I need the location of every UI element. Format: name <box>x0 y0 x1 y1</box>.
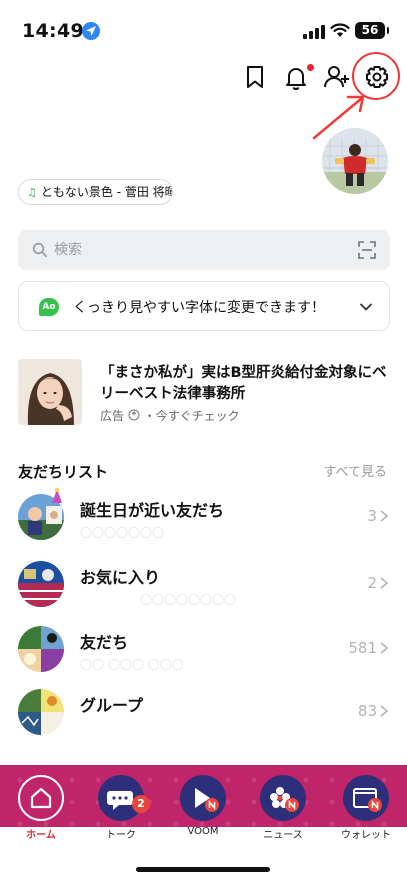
friend-row-label: 友だち <box>80 633 129 652</box>
nav-voom[interactable]: VOOM <box>170 775 236 837</box>
see-all-link[interactable]: すべて見る <box>323 461 387 480</box>
chevron-right-icon <box>380 577 389 589</box>
music-chip[interactable]: ♫ ともない景色 - 菅田 将暉 <box>18 179 173 205</box>
faded-text: 〇〇〇〇〇〇〇 <box>80 526 165 540</box>
profile-avatar[interactable] <box>322 128 388 194</box>
music-note-icon: ♫ <box>27 186 37 199</box>
ad-meta: 広告 ・今すぐチェック <box>100 407 240 424</box>
search-input[interactable] <box>54 238 334 262</box>
party-hat-icon <box>52 488 62 503</box>
chevron-down-icon[interactable] <box>359 300 373 314</box>
font-change-banner[interactable]: Ao くっきり見やすい字体に変更できます！ <box>18 281 390 331</box>
friend-row-birthday[interactable]: 誕生日が近い友だち 〇〇〇〇〇〇〇 3 <box>0 488 407 556</box>
nav-label: ニュース <box>263 830 303 841</box>
nav-wallet[interactable]: ウォレット <box>333 775 399 841</box>
nav-label: ウォレット <box>341 830 391 841</box>
favorites-avatar <box>18 561 64 607</box>
ad-cta[interactable]: ・今すぐチェック <box>144 409 240 423</box>
nav-label: トーク <box>106 830 136 841</box>
status-time: 14:49 <box>22 20 84 42</box>
nav-news[interactable]: ニュース <box>250 775 316 841</box>
chevron-right-icon <box>380 705 389 717</box>
friend-row-count: 3 <box>367 507 377 525</box>
groups-avatar <box>18 689 64 735</box>
notification-dot <box>307 64 314 71</box>
search-icon <box>32 242 47 257</box>
ad-label: 広告 <box>100 409 125 423</box>
news-icon <box>260 775 306 821</box>
friend-row-count: 581 <box>348 639 377 657</box>
friend-row-favorites[interactable]: お気に入り 〇〇〇〇〇〇〇〇 2 <box>0 561 407 623</box>
friend-row-count: 83 <box>357 702 377 720</box>
battery-icon: 56 <box>355 22 389 39</box>
faded-text: 〇〇〇〇〇〇〇〇 <box>140 593 237 607</box>
nav-home[interactable]: ホーム <box>8 775 74 841</box>
bookmark-icon[interactable] <box>240 62 270 92</box>
nav-label: VOOM <box>187 826 219 837</box>
voom-icon <box>180 775 226 821</box>
friend-row-friends[interactable]: 友だち 〇〇 〇〇〇 〇〇〇 581 <box>0 626 407 688</box>
scan-icon[interactable] <box>358 241 376 259</box>
chevron-right-icon <box>380 510 389 522</box>
friends-list-title: 友だちリスト <box>18 463 109 481</box>
friend-row-label: お気に入り <box>80 568 161 587</box>
friend-row-groups[interactable]: グループ 83 <box>0 689 407 751</box>
friend-row-label: グループ <box>80 696 144 715</box>
ad-thumbnail[interactable] <box>18 359 82 425</box>
friend-row-count: 2 <box>367 574 377 592</box>
font-banner-text: くっきり見やすい字体に変更できます！ <box>73 300 325 316</box>
faded-text: 〇〇 〇〇〇 〇〇〇 <box>80 658 184 672</box>
status-bar: 14:49 56 <box>0 0 407 60</box>
font-badge: Ao <box>39 298 59 316</box>
ad-title[interactable]: 「まさか私が」実はB型肝炎給付金対象にベリーベスト法律事務所 <box>100 363 390 405</box>
nav-talk[interactable]: 2 トーク <box>88 775 154 841</box>
friends-avatar <box>18 626 64 672</box>
friend-row-label: 誕生日が近い友だち <box>80 501 225 520</box>
talk-badge: 2 <box>132 795 150 813</box>
signal-icon <box>303 25 325 39</box>
home-icon <box>18 775 64 821</box>
wifi-icon <box>330 23 350 37</box>
location-arrow-icon <box>82 22 100 40</box>
nav-label: ホーム <box>26 830 56 841</box>
home-indicator <box>136 867 270 872</box>
ad-info-icon[interactable] <box>128 409 140 421</box>
chevron-right-icon <box>380 642 389 654</box>
music-chip-label: ともない景色 - 菅田 将暉 <box>40 185 173 199</box>
wallet-icon <box>343 775 389 821</box>
search-bar[interactable] <box>18 230 390 270</box>
bottom-nav: ホーム 2 トーク VOOM ニュース ウォレット <box>0 765 407 882</box>
add-friend-icon[interactable] <box>322 62 352 92</box>
chat-icon: 2 <box>98 775 150 821</box>
